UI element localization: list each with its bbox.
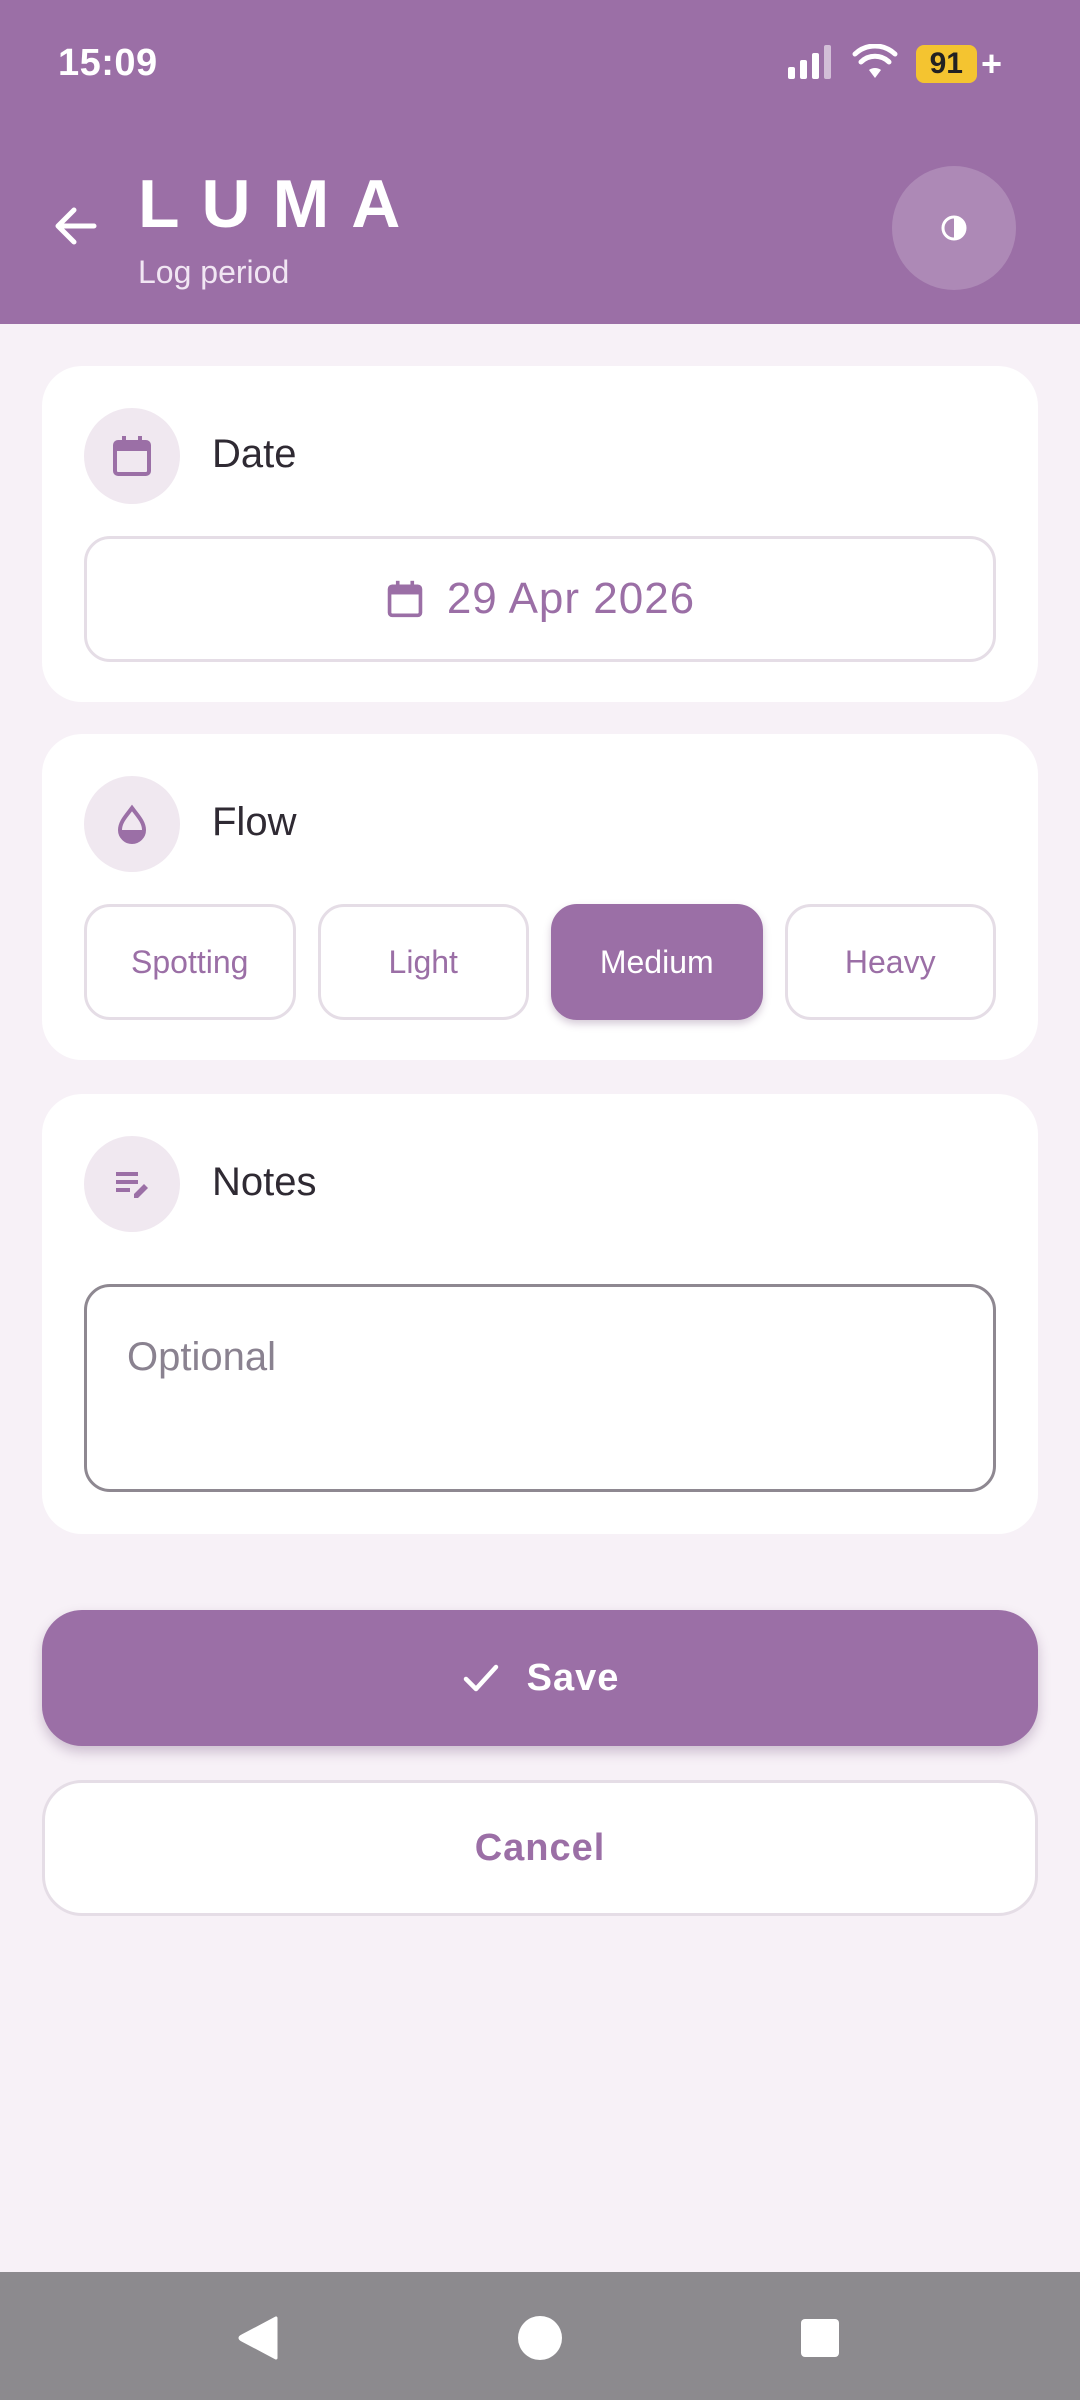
- page-subtitle: Log period: [138, 254, 290, 290]
- notes-input[interactable]: Optional: [84, 1284, 996, 1492]
- status-icons: 91 +: [786, 43, 1002, 85]
- date-card: Date 29 Apr 2026: [42, 366, 1038, 702]
- app-bar: 15:09 91 + LUMA Log period: [0, 0, 1080, 324]
- cancel-button[interactable]: Cancel: [42, 1780, 1038, 1916]
- check-icon: [463, 1664, 498, 1692]
- back-arrow-icon: [55, 207, 97, 245]
- app-title: LUMA: [138, 166, 423, 242]
- flow-option-light[interactable]: Light: [317, 904, 529, 1020]
- square-recents-icon: [801, 2319, 839, 2357]
- date-picker-field[interactable]: 29 Apr 2026: [84, 536, 996, 662]
- contrast-icon: [941, 215, 967, 241]
- save-label: Save: [526, 1656, 620, 1699]
- circle-home-icon: [518, 2316, 562, 2360]
- calendar-icon: [84, 408, 180, 504]
- status-time: 15:09: [58, 42, 158, 84]
- theme-toggle-button[interactable]: [892, 166, 1016, 290]
- flow-option-spotting[interactable]: Spotting: [84, 904, 296, 1020]
- date-title: Date: [212, 432, 297, 476]
- system-nav-bar: [0, 2272, 1080, 2400]
- battery-icon: 91 +: [915, 43, 1002, 84]
- flow-options: Spotting Light Medium Heavy: [84, 904, 996, 1020]
- battery-level: 91: [915, 45, 977, 83]
- charging-indicator: +: [980, 43, 1002, 84]
- date-value: 29 Apr 2026: [446, 574, 696, 623]
- back-button[interactable]: [46, 196, 106, 256]
- wifi-icon: [852, 43, 898, 85]
- flow-card: Flow Spotting Light Medium Heavy: [42, 734, 1038, 1060]
- nav-recents-button[interactable]: [790, 2308, 850, 2368]
- flow-option-heavy[interactable]: Heavy: [784, 904, 996, 1020]
- notes-title: Notes: [212, 1160, 317, 1204]
- flow-title: Flow: [212, 800, 297, 844]
- nav-home-button[interactable]: [510, 2308, 570, 2368]
- edit-notes-icon: [84, 1136, 180, 1232]
- drop-icon: [84, 776, 180, 872]
- calendar-icon: [387, 580, 423, 618]
- notes-card: Notes Optional: [42, 1094, 1038, 1534]
- triangle-back-icon: [238, 2316, 278, 2360]
- flow-option-medium[interactable]: Medium: [551, 904, 763, 1020]
- signal-icon: [786, 44, 834, 84]
- save-button[interactable]: Save: [42, 1610, 1038, 1746]
- nav-back-button[interactable]: [228, 2308, 288, 2368]
